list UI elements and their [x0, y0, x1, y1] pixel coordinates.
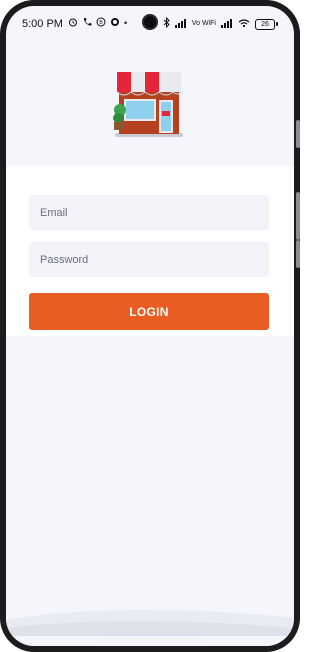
- bluetooth-icon: [163, 16, 170, 31]
- battery-level: 26: [255, 18, 275, 30]
- email-field[interactable]: Email: [29, 195, 269, 230]
- screen: 5:00 PM B • Vo WiFi 26 Email Password LO…: [6, 6, 294, 646]
- hero-header: [6, 40, 294, 166]
- password-placeholder: Password: [40, 253, 89, 266]
- bottom-wave: [6, 610, 294, 636]
- battery-tip: [276, 22, 278, 26]
- side-button: [296, 240, 300, 268]
- login-button-label: LOGIN: [129, 304, 169, 319]
- b-badge-icon: B: [96, 17, 106, 30]
- front-camera: [142, 14, 158, 30]
- password-field[interactable]: Password: [29, 242, 269, 277]
- signal-icon-2: [221, 18, 233, 31]
- store-logo: [113, 72, 183, 137]
- status-bar: 5:00 PM B • Vo WiFi 26: [6, 6, 294, 40]
- email-placeholder: Email: [40, 206, 68, 219]
- wifi-icon: [238, 18, 250, 31]
- alarm-icon: [68, 17, 78, 30]
- phone-call-icon: [82, 17, 92, 30]
- dot-icon: •: [124, 18, 128, 28]
- gesture-nav-bar[interactable]: [98, 638, 202, 642]
- battery-icon: 26: [255, 18, 278, 30]
- login-button[interactable]: LOGIN: [29, 293, 269, 330]
- power-button: [296, 192, 300, 240]
- status-icons-left: B •: [68, 17, 127, 30]
- status-time: 5:00 PM: [22, 18, 63, 30]
- status-icons-right: Vo WiFi 26: [163, 16, 278, 31]
- volume-button: [296, 120, 300, 148]
- whatsapp-icon: [110, 17, 120, 30]
- login-form: Email Password LOGIN: [6, 166, 294, 336]
- signal-icon: [174, 18, 187, 31]
- bottom-background: [6, 336, 294, 646]
- phone-frame: 5:00 PM B • Vo WiFi 26 Email Password LO…: [0, 0, 300, 652]
- vowifi-label: Vo WiFi: [191, 19, 216, 27]
